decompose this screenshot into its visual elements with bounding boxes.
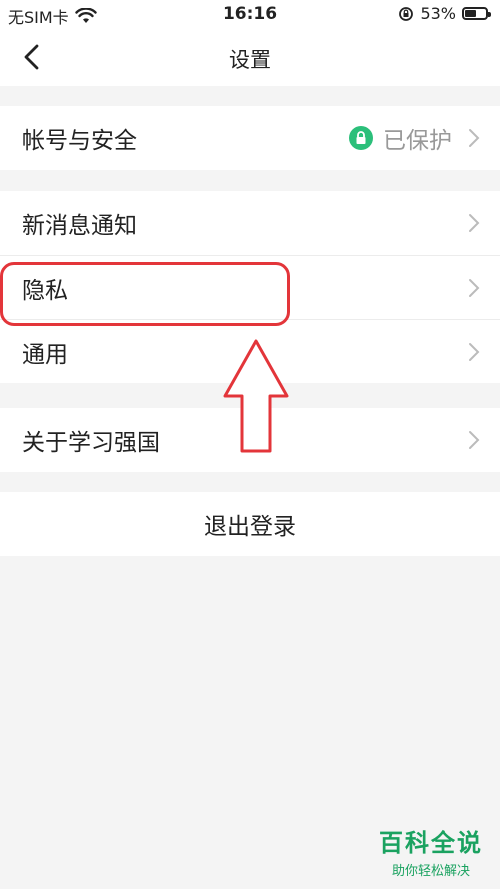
orientation-lock-icon <box>399 6 414 21</box>
watermark: 百科全说 助你轻松解决 <box>372 823 490 879</box>
settings-row-account-security[interactable]: 帐号与安全 已保护 <box>0 106 500 170</box>
arrow-up-icon <box>223 339 289 453</box>
nav-bar: 设置 <box>0 30 500 86</box>
logout-button[interactable]: 退出登录 <box>0 492 500 556</box>
account-status-text: 已保护 <box>383 128 452 154</box>
page-title: 设置 <box>229 48 271 72</box>
row-label: 通用 <box>22 341 68 368</box>
watermark-title: 百科全说 <box>379 829 483 857</box>
highlight-box <box>0 262 290 326</box>
lock-icon <box>349 126 373 150</box>
settings-row-notifications[interactable]: 新消息通知 <box>0 191 500 255</box>
status-bar: 无SIM卡 16:16 53% <box>0 0 500 30</box>
battery-icon <box>462 7 491 20</box>
battery-percent: 53% <box>420 4 456 23</box>
row-label: 帐号与安全 <box>22 128 137 154</box>
chevron-right-icon <box>469 129 480 147</box>
settings-group-logout: 退出登录 <box>0 492 500 556</box>
chevron-right-icon <box>469 431 480 449</box>
watermark-subtitle: 助你轻松解决 <box>391 864 470 879</box>
chevron-right-icon <box>469 214 480 232</box>
account-status: 已保护 <box>349 121 452 155</box>
chevron-right-icon <box>469 342 480 361</box>
logout-label: 退出登录 <box>204 514 296 540</box>
row-label: 新消息通知 <box>22 213 137 239</box>
row-label: 关于学习强国 <box>22 430 160 456</box>
status-right: 53% <box>398 4 491 23</box>
battery-fill <box>465 10 476 17</box>
settings-group-account: 帐号与安全 已保护 <box>0 106 500 170</box>
chevron-right-icon <box>469 278 480 297</box>
